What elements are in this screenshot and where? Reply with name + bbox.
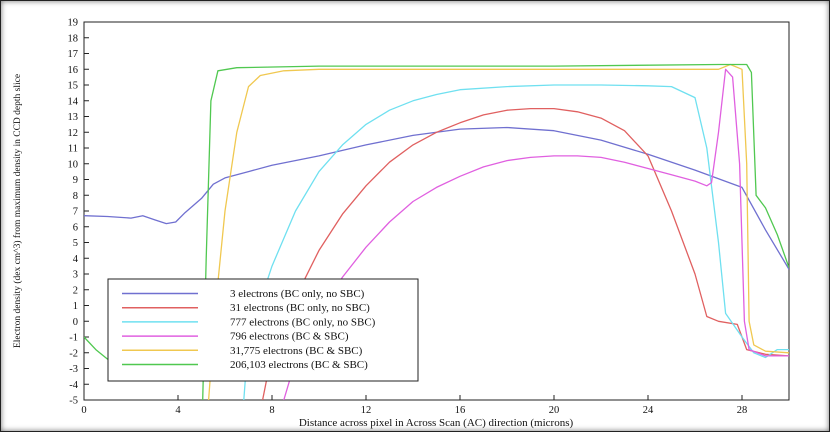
y-tick-label: 9: [73, 175, 78, 186]
y-tick-label: 14: [68, 96, 79, 107]
y-tick-label: 7: [73, 207, 78, 218]
y-tick-label: 13: [68, 112, 79, 123]
y-tick-label: 5: [73, 238, 78, 249]
x-tick-label: 28: [737, 405, 748, 416]
y-tick-label: 2: [73, 285, 78, 296]
legend-entry: 777 electrons (BC only, no SBC): [230, 316, 376, 328]
y-tick-label: 12: [68, 128, 79, 139]
x-axis-label: Distance across pixel in Across Scan (AC…: [299, 417, 574, 429]
y-tick-label: -3: [69, 364, 78, 375]
y-tick-label: 8: [73, 191, 78, 202]
y-tick-label: -2: [69, 348, 78, 359]
y-tick-label: 3: [73, 270, 78, 281]
y-tick-label: 19: [68, 18, 79, 29]
y-axis-label: Electron density (dex cm^3) from maximum…: [12, 74, 23, 348]
x-tick-label: 8: [269, 405, 274, 416]
y-tick-label: 0: [73, 317, 78, 328]
y-tick-label: 10: [68, 159, 79, 170]
y-tick-label: 15: [68, 81, 79, 92]
y-tick-label: 6: [73, 222, 78, 233]
y-tick-label: -1: [69, 333, 78, 344]
x-tick-label: 4: [175, 405, 181, 416]
y-tick-label: -5: [69, 396, 78, 407]
legend-entry: 3 electrons (BC only, no SBC): [230, 288, 365, 300]
y-tick-label: 18: [68, 33, 79, 44]
y-tick-label: 1: [73, 301, 78, 312]
chart: -5-4-3-2-1012345678910111213141516171819…: [12, 18, 790, 429]
y-tick-label: 16: [68, 65, 79, 76]
legend: 3 electrons (BC only, no SBC) 31 electron…: [107, 278, 419, 382]
legend-entry: 206,103 electrons (BC & SBC): [230, 359, 368, 371]
legend-entry: 31 electrons (BC only, no SBC): [230, 302, 370, 314]
y-tick-label: -4: [69, 380, 78, 391]
legend-entry: 31,775 electrons (BC & SBC): [230, 345, 363, 357]
y-tick-label: 17: [68, 49, 79, 60]
x-tick-label: 24: [643, 405, 654, 416]
y-tick-label: 4: [73, 254, 79, 265]
x-tick-label: 16: [455, 405, 466, 416]
legend-entry: 796 electrons (BC & SBC): [230, 331, 349, 343]
x-tick-label: 12: [361, 405, 372, 416]
x-tick-label: 20: [549, 405, 560, 416]
y-tick-label: 11: [68, 144, 78, 155]
x-tick-label: 0: [81, 405, 86, 416]
